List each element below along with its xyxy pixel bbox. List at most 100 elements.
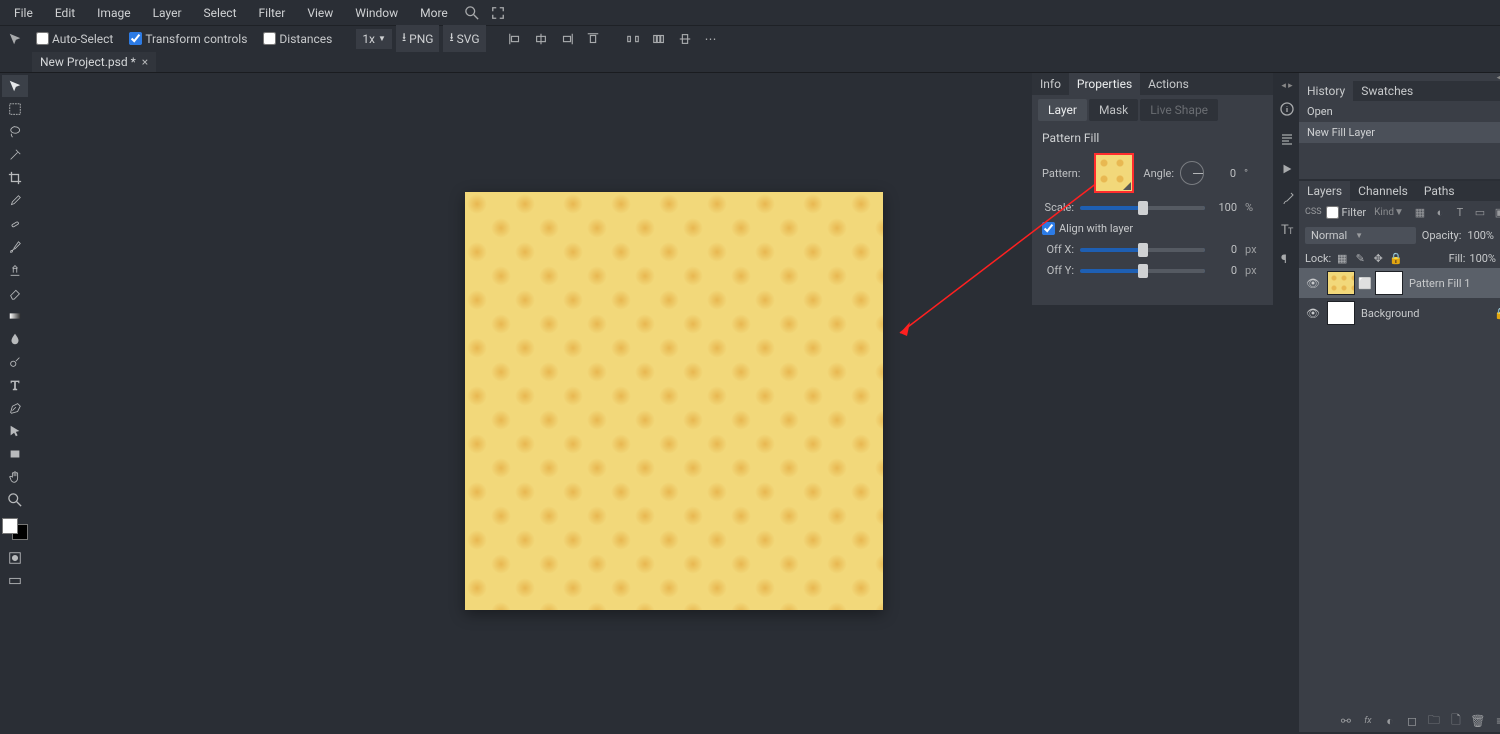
info-panel-icon[interactable] [1275,97,1299,121]
link-layers-icon[interactable]: ⚯ [1338,713,1354,729]
export-zoom-dropdown[interactable]: 1x▼ [356,29,392,49]
filter-smart-icon[interactable]: ▣ [1492,204,1500,220]
menu-file[interactable]: File [4,2,43,24]
align-right-icon[interactable] [556,28,578,50]
tab-history[interactable]: History [1299,81,1353,101]
canvas-document[interactable] [465,192,883,610]
lock-pixels-icon[interactable]: ✎ [1353,251,1367,265]
menu-select[interactable]: Select [194,2,247,24]
angle-value[interactable]: 0 [1210,167,1238,180]
link-icon[interactable]: ⬜ [1361,271,1369,295]
clone-tool[interactable] [2,259,28,281]
filter-shape-icon[interactable]: ▭ [1472,204,1488,220]
tab-properties[interactable]: Properties [1069,73,1140,95]
menu-view[interactable]: View [297,2,343,24]
gradient-tool[interactable] [2,305,28,327]
screen-mode-icon[interactable] [2,570,28,592]
layer-thumbnail[interactable] [1327,301,1355,325]
history-item[interactable]: New Fill Layer [1299,122,1500,143]
fill-value[interactable]: 100% [1469,252,1496,265]
css-label[interactable]: CSS [1305,207,1322,217]
tab-channels[interactable]: Channels [1350,181,1416,201]
close-tab-icon[interactable]: × [142,55,148,69]
character-panel-icon[interactable]: TT [1275,217,1299,241]
align-left-icon[interactable] [504,28,526,50]
layer-name[interactable]: Pattern Fill 1 [1409,277,1470,290]
lock-transparency-icon[interactable]: ▦ [1335,251,1349,265]
distances-checkbox[interactable]: Distances [257,32,338,46]
menu-layer[interactable]: Layer [143,2,192,24]
align-top-icon[interactable] [582,28,604,50]
bottom-menu-icon[interactable]: ≡ [1492,713,1500,729]
opacity-value[interactable]: 100% [1467,229,1494,242]
brush-tool[interactable] [2,236,28,258]
menu-window[interactable]: Window [345,2,408,24]
glyphs-panel-icon[interactable]: ¶ [1275,247,1299,271]
export-svg-button[interactable]: ⭳SVG [443,25,485,52]
blend-mode-dropdown[interactable]: Normal▼ [1305,227,1416,244]
offx-value[interactable]: 0 [1211,243,1239,256]
eraser-tool[interactable] [2,282,28,304]
zoom-tool[interactable] [2,489,28,511]
pen-tool[interactable] [2,397,28,419]
dodge-tool[interactable] [2,351,28,373]
scale-value[interactable]: 100 [1211,201,1239,214]
distribute-h-icon[interactable] [622,28,644,50]
blur-tool[interactable] [2,328,28,350]
pattern-thumbnail[interactable] [1094,153,1134,193]
offx-slider[interactable] [1080,248,1205,252]
filter-adjust-icon[interactable]: ◐ [1432,204,1448,220]
subtab-layer[interactable]: Layer [1038,99,1087,121]
document-tab[interactable]: New Project.psd * × [32,52,156,72]
quick-mask-icon[interactable] [2,547,28,569]
new-group-icon[interactable]: 🗀 [1426,713,1442,729]
crop-tool[interactable] [2,167,28,189]
delete-layer-icon[interactable]: 🗑 [1470,713,1486,729]
heal-tool[interactable] [2,213,28,235]
filter-checkbox[interactable]: Filter [1326,206,1367,219]
subtab-mask[interactable]: Mask [1089,99,1138,121]
auto-select-checkbox[interactable]: Auto-Select [30,32,119,46]
fx-icon[interactable]: fx [1360,713,1376,729]
angle-dial[interactable] [1180,161,1204,185]
visibility-icon[interactable]: 👁 [1305,307,1321,320]
add-mask-icon[interactable]: ◻ [1404,713,1420,729]
move-tool-indicator-icon[interactable] [4,28,26,50]
paragraph-panel-icon[interactable] [1275,127,1299,151]
export-png-button[interactable]: ⭳PNG [396,25,440,52]
wand-tool[interactable] [2,144,28,166]
layer-thumbnail[interactable] [1327,271,1355,295]
expand-collapse-icon[interactable]: ◂ ▸ [1275,81,1299,91]
crop-fullscreen-icon[interactable] [486,1,510,25]
lasso-tool[interactable] [2,121,28,143]
menu-image[interactable]: Image [87,2,140,24]
adjustment-layer-icon[interactable]: ◐ [1382,713,1398,729]
tab-layers[interactable]: Layers [1299,181,1350,201]
history-item[interactable]: Open [1299,101,1500,122]
layer-row[interactable]: 👁 Background 🔒 [1299,298,1500,328]
panel-collapse-icon[interactable]: ◂ ▸ [1299,73,1500,81]
filter-type-icon[interactable]: T [1452,204,1468,220]
play-panel-icon[interactable] [1275,157,1299,181]
marquee-tool[interactable] [2,98,28,120]
foreground-color-swatch[interactable] [2,518,18,534]
align-middle-icon[interactable] [674,28,696,50]
color-swatch-pair[interactable] [2,518,28,540]
visibility-icon[interactable]: 👁 [1305,277,1321,290]
tab-info[interactable]: Info [1032,73,1069,95]
align-with-layer-checkbox[interactable]: Align with layer [1042,222,1263,235]
tab-actions[interactable]: Actions [1140,73,1197,95]
scale-slider[interactable] [1080,206,1205,210]
menu-more[interactable]: More [410,2,458,24]
lock-all-icon[interactable]: 🔒 [1389,251,1403,265]
history-menu-icon[interactable]: ≡ [1495,81,1500,101]
filter-kind-dropdown[interactable]: Kind▼ [1370,206,1408,219]
menu-filter[interactable]: Filter [249,2,296,24]
mask-thumbnail[interactable] [1375,271,1403,295]
offy-value[interactable]: 0 [1211,264,1239,277]
filter-pixel-icon[interactable]: ▦ [1412,204,1428,220]
new-layer-icon[interactable]: 🗋 [1448,713,1464,729]
menu-edit[interactable]: Edit [45,2,85,24]
path-select-tool[interactable] [2,420,28,442]
eyedropper-tool[interactable] [2,190,28,212]
